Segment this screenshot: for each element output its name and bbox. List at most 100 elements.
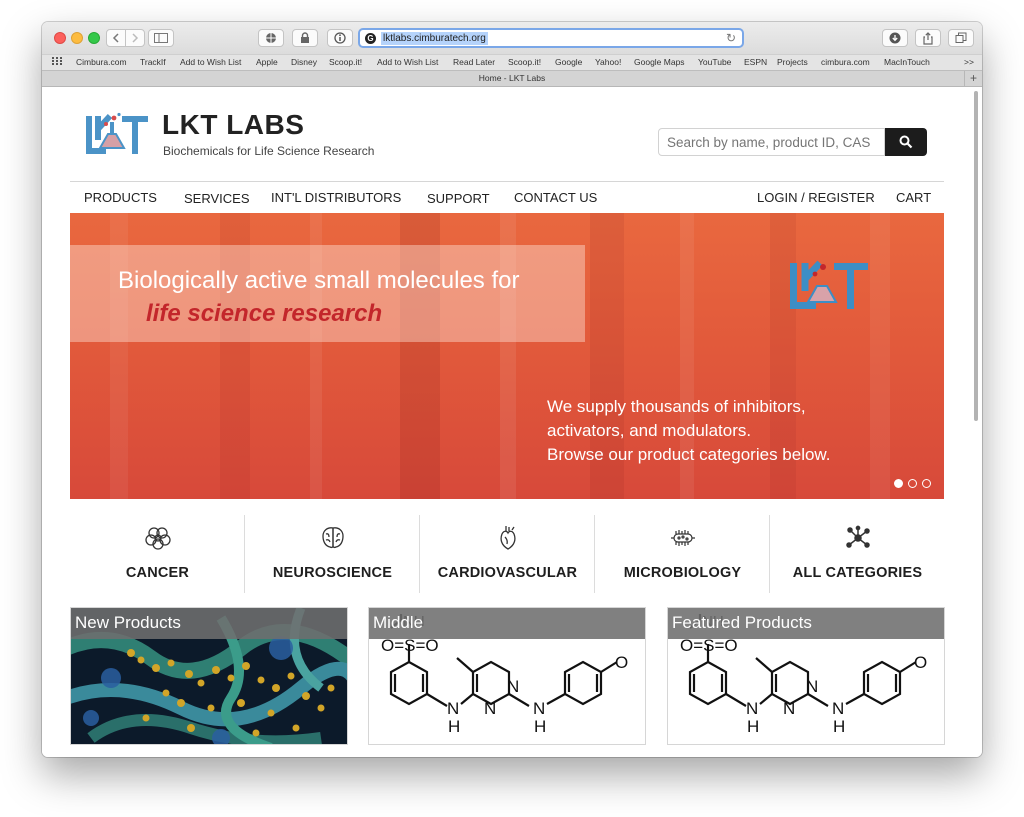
hero-headline-accent: life science research	[146, 300, 383, 327]
search-button[interactable]	[885, 128, 927, 156]
category-label: CARDIOVASCULAR	[437, 565, 578, 581]
carousel-dot-1[interactable]	[894, 479, 903, 488]
bookmark-item[interactable]: YouTube	[698, 57, 731, 67]
tabs-overview-button[interactable]	[948, 29, 974, 47]
extension-button-1[interactable]	[258, 29, 284, 47]
category-all[interactable]: ALL CATEGORIES	[770, 515, 945, 593]
browser-toolbar: G lktlabs.cimburatech.org ↻	[42, 22, 982, 54]
bookmark-item[interactable]: MacInTouch	[884, 57, 930, 67]
bookmarks-overflow-button[interactable]: >>	[964, 57, 974, 67]
bookmark-item[interactable]: Scoop.it!	[508, 57, 541, 67]
nav-contact-us[interactable]: CONTACT US	[514, 190, 597, 205]
nitrogen-label: N	[806, 677, 818, 696]
bookmark-item[interactable]: ESPN	[744, 57, 767, 67]
bookmark-item[interactable]: Google	[555, 57, 582, 67]
oxygen-label: O	[914, 653, 927, 672]
nav-intl-distributors[interactable]: INT'L DISTRIBUTORS	[271, 190, 401, 205]
bookmark-item[interactable]: cimbura.com	[821, 57, 870, 67]
extension-button-2[interactable]	[292, 29, 318, 47]
chevron-right-icon	[132, 33, 139, 43]
minimize-window-button[interactable]	[71, 32, 83, 44]
bookmark-item[interactable]: Read Later	[453, 57, 495, 67]
share-button[interactable]	[915, 29, 941, 47]
brand-name[interactable]: LKT LABS	[162, 109, 304, 141]
new-tab-button[interactable]: +	[964, 71, 982, 87]
grid-icon[interactable]	[52, 57, 62, 67]
category-cancer[interactable]: CANCER	[70, 515, 245, 593]
nav-support[interactable]: SUPPORT	[427, 191, 490, 206]
featured-products-card[interactable]: O=S=O NH N N N H N H O Featured Products	[667, 607, 945, 745]
product-search-input[interactable]	[658, 128, 885, 156]
forward-button[interactable]	[125, 29, 145, 47]
category-label: MICROBIOLOGY	[623, 565, 742, 581]
hydrogen-label: H	[534, 717, 546, 736]
lock-icon	[301, 32, 309, 43]
hero-headline: Biologically active small molecules for	[118, 267, 520, 294]
bookmark-item[interactable]: Apple	[256, 57, 278, 67]
bookmark-item[interactable]: Cimbura.com	[76, 57, 127, 67]
sidebar-icon	[154, 33, 168, 43]
nitrogen-label: N	[484, 699, 496, 718]
bookmark-item[interactable]: Disney	[291, 57, 317, 67]
chevron-left-icon	[112, 33, 119, 43]
nitrogen-label: N	[783, 699, 795, 718]
info-icon	[334, 32, 346, 44]
sidebar-toggle-button[interactable]	[148, 29, 174, 47]
cell-cluster-icon	[145, 527, 171, 550]
download-icon	[889, 32, 901, 44]
bacterium-icon	[671, 530, 695, 546]
category-label: NEUROSCIENCE	[272, 565, 393, 581]
molecule-icon	[846, 525, 870, 548]
nitrogen-label: N	[507, 677, 519, 696]
url-text[interactable]: lktlabs.cimburatech.org	[381, 32, 488, 45]
nav-login-register[interactable]: LOGIN / REGISTER	[757, 190, 875, 205]
page-scrollbar[interactable]	[974, 91, 978, 421]
hero-body-line-2: activators, and modulators.	[547, 421, 752, 440]
brand-tagline: Biochemicals for Life Science Research	[163, 144, 375, 158]
heart-icon	[500, 526, 516, 550]
downloads-button[interactable]	[882, 29, 908, 47]
bookmark-item[interactable]: Add to Wish List	[180, 57, 241, 67]
category-cardiovascular[interactable]: CARDIOVASCULAR	[420, 515, 595, 593]
nav-cart[interactable]: CART	[896, 190, 931, 205]
extension-button-3[interactable]	[327, 29, 353, 47]
zoom-window-button[interactable]	[88, 32, 100, 44]
nav-services[interactable]: SERVICES	[184, 191, 250, 206]
close-window-button[interactable]	[54, 32, 66, 44]
search-icon	[899, 135, 913, 149]
category-label: ALL CATEGORIES	[792, 565, 923, 581]
middle-card[interactable]: O=S=O NH N N N H N H O Middle	[368, 607, 646, 745]
card-title: New Products	[75, 613, 181, 632]
hydrogen-label: H	[833, 717, 845, 736]
category-microbiology[interactable]: MICROBIOLOGY	[595, 515, 770, 593]
nitrogen-label: N	[447, 699, 459, 718]
hero-body-line-1: We supply thousands of inhibitors,	[547, 397, 806, 416]
nitrogen-label: N	[746, 699, 758, 718]
bookmark-item[interactable]: TrackIf	[140, 57, 166, 67]
address-bar[interactable]: G lktlabs.cimburatech.org ↻	[358, 28, 744, 48]
category-neuroscience[interactable]: NEUROSCIENCE	[245, 515, 420, 593]
active-tab-title[interactable]: Home - LKT Labs	[479, 73, 545, 83]
nav-products[interactable]: PRODUCTS	[84, 190, 157, 205]
nitrogen-label: N	[832, 699, 844, 718]
category-label: CANCER	[125, 565, 190, 581]
bookmark-item[interactable]: Projects	[777, 57, 808, 67]
bookmark-item[interactable]: Google Maps	[634, 57, 685, 67]
bookmark-item[interactable]: Add to Wish List	[377, 57, 438, 67]
bookmarks-bar: Cimbura.com TrackIf Add to Wish List App…	[42, 54, 982, 70]
carousel-dot-2[interactable]	[908, 479, 917, 488]
browser-window: G lktlabs.cimburatech.org ↻ Cimbura.com …	[42, 22, 982, 757]
share-icon	[923, 31, 933, 45]
back-button[interactable]	[106, 29, 126, 47]
reload-icon[interactable]: ↻	[726, 31, 736, 45]
bookmark-item[interactable]: Scoop.it!	[329, 57, 362, 67]
carousel-dot-3[interactable]	[922, 479, 931, 488]
new-products-card[interactable]: New Products	[70, 607, 348, 745]
hydrogen-label: H	[448, 717, 460, 736]
tab-bar: Home - LKT Labs +	[42, 70, 982, 87]
bookmark-item[interactable]: Yahoo!	[595, 57, 621, 67]
hero-carousel[interactable]: Biologically active small molecules for …	[70, 213, 944, 499]
card-title: Featured Products	[672, 613, 812, 632]
hero-stripe	[870, 213, 890, 499]
lkt-logo-icon[interactable]	[86, 112, 150, 158]
